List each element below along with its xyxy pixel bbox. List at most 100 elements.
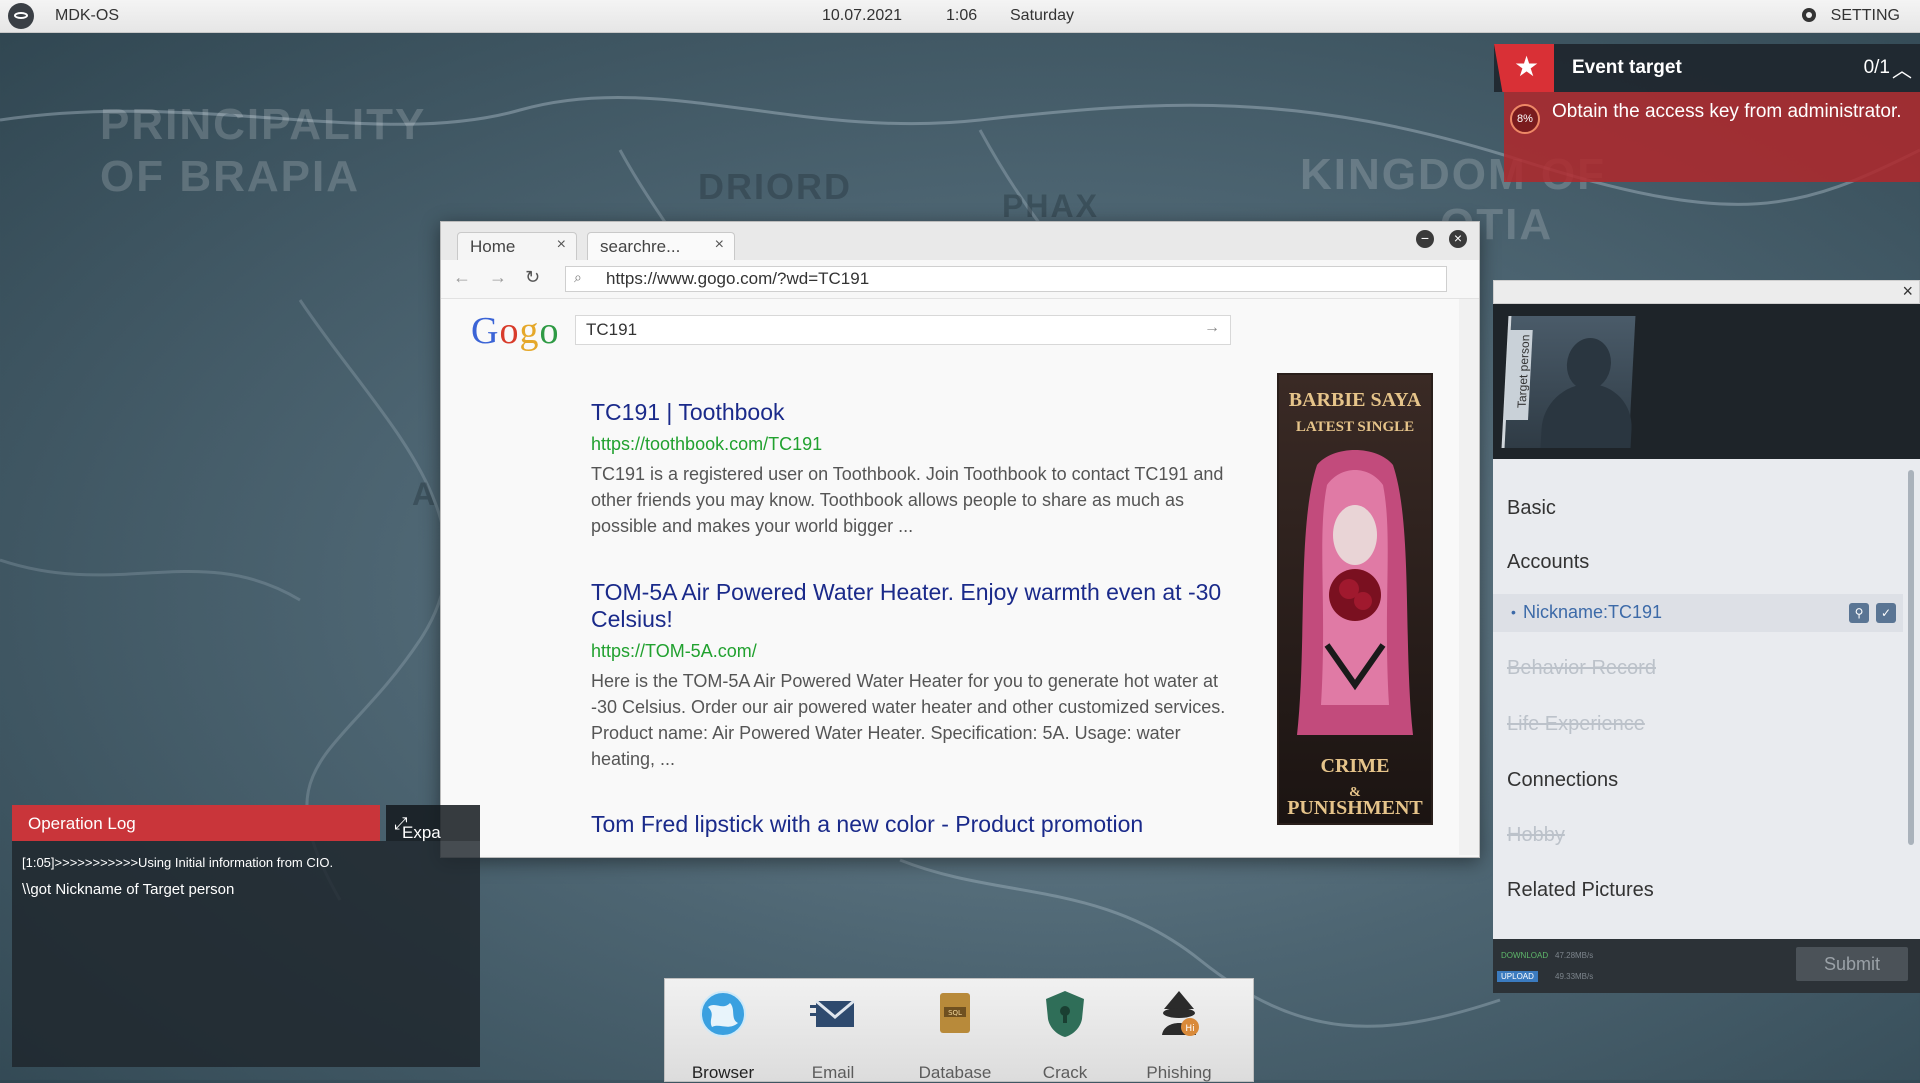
tab-home[interactable]: Home ×: [457, 232, 577, 261]
section-accounts[interactable]: Accounts: [1507, 551, 1589, 574]
close-icon[interactable]: ×: [1902, 281, 1913, 302]
close-tab-icon[interactable]: ×: [557, 236, 566, 254]
silhouette-icon: [1565, 338, 1613, 390]
shield-icon: [1046, 991, 1084, 1037]
app-dock: Browser Email SQL Database Crack Hi Phis…: [664, 978, 1254, 1082]
operation-log-title: Operation Log: [28, 814, 136, 833]
result-title-link[interactable]: Tom Fred lipstick with a new color - Pro…: [591, 811, 1241, 838]
shield-check-icon[interactable]: ✓: [1876, 603, 1896, 623]
clock-day: Saturday: [1010, 7, 1075, 24]
clock-time: 1:06: [946, 7, 978, 24]
search-results-page: Gogo TC191 → TC191 | Toothbook https://t…: [441, 299, 1459, 855]
event-target-header[interactable]: ★ Event target 0/1 ︿: [1494, 44, 1920, 92]
address-bar-url: https://www.gogo.com/?wd=TC191: [606, 269, 870, 288]
browser-tab-bar: Home × searchre... × − ×: [441, 222, 1479, 261]
map-label: PHAX: [1002, 188, 1099, 224]
star-icon: ★: [1514, 51, 1540, 82]
section-connections[interactable]: Connections: [1507, 769, 1618, 792]
os-name: MDK-OS: [55, 7, 119, 24]
minimize-button[interactable]: −: [1416, 230, 1434, 248]
arrow-right-icon[interactable]: →: [1204, 319, 1220, 337]
ad-banner[interactable]: BARBIE SAYA LATEST SINGLE CRIME & PUNISH…: [1277, 373, 1433, 825]
target-photo-area: Target person: [1493, 304, 1920, 459]
log-line: \\got Nickname of Target person: [22, 881, 235, 898]
target-panel-header: ×: [1493, 280, 1920, 304]
tab-search-results[interactable]: searchre... ×: [587, 232, 735, 261]
account-nickname: Nickname:TC191: [1523, 602, 1663, 622]
result-url[interactable]: https://TOM-5A.com/: [591, 641, 1241, 662]
dock-database[interactable]: SQL Database: [905, 989, 1005, 1082]
result-title-link[interactable]: TOM-5A Air Powered Water Heater. Enjoy w…: [591, 579, 1241, 633]
os-logo-icon[interactable]: [8, 3, 34, 29]
event-target-title: Event target: [1572, 57, 1682, 78]
section-related-pictures[interactable]: Related Pictures: [1507, 879, 1654, 902]
setting-button[interactable]: SETTING: [1831, 7, 1900, 25]
target-panel-footer: DOWNLOAD 47.28MB/s UPLOAD 49.33MB/s Subm…: [1493, 939, 1920, 993]
ad-text: PUNISHMENT: [1287, 797, 1423, 819]
forward-arrow-icon[interactable]: →: [489, 267, 507, 288]
result-title-link[interactable]: TC191 | Toothbook: [591, 399, 1241, 426]
svg-text:SQL: SQL: [948, 1009, 962, 1017]
reload-icon[interactable]: ↻: [525, 267, 540, 288]
result-snippet: Here is the TOM-5A Air Powered Water Hea…: [591, 671, 1226, 769]
back-arrow-icon[interactable]: ←: [453, 267, 471, 288]
result-snippet: TC191 is a registered user on Toothbook.…: [591, 464, 1224, 536]
dock-phishing[interactable]: Hi Phishing: [1129, 989, 1229, 1082]
target-person-panel: × Target person Basic Accounts • Nicknam…: [1493, 280, 1920, 993]
expand-label: Expa: [402, 823, 441, 842]
search-result: TOM-5A Air Powered Water Heater. Enjoy w…: [591, 579, 1241, 772]
map-label: DRIORD: [698, 166, 852, 207]
dock-browser[interactable]: Browser: [673, 989, 773, 1082]
expand-button[interactable]: ⤢ Expa: [386, 805, 480, 842]
section-basic[interactable]: Basic: [1507, 497, 1556, 520]
close-window-button[interactable]: ×: [1449, 230, 1467, 248]
clock-date: 10.07.2021: [822, 7, 903, 24]
envelope-icon: [810, 999, 855, 1027]
dock-label: Database: [918, 1063, 992, 1082]
event-target-body: 8% Obtain the access key from administra…: [1504, 92, 1920, 182]
search-result: Tom Fred lipstick with a new color - Pro…: [591, 811, 1241, 838]
ad-artwork: [1297, 450, 1413, 735]
section-hobby[interactable]: Hobby: [1507, 824, 1565, 847]
tab-label: searchre...: [600, 237, 681, 256]
download-indicator: DOWNLOAD: [1501, 951, 1549, 960]
panel-scrollbar[interactable]: [1908, 470, 1914, 845]
close-tab-icon[interactable]: ×: [715, 236, 724, 254]
browser-window: Home × searchre... × − × ← → ↻ ⌕ https:/…: [440, 221, 1480, 858]
lock-icon[interactable]: ⚲: [1849, 603, 1869, 623]
search-input[interactable]: TC191 →: [575, 315, 1231, 345]
target-avatar: Target person: [1501, 316, 1636, 448]
event-target-description: Obtain the access key from administrator…: [1552, 101, 1902, 122]
database-icon: SQL: [940, 993, 970, 1033]
dock-label: Browser: [691, 1063, 755, 1082]
map-label: PRINCIPALITY: [100, 100, 427, 149]
section-behavior-record[interactable]: Behavior Record: [1507, 657, 1656, 680]
upload-indicator: UPLOAD: [1497, 971, 1538, 982]
dock-email[interactable]: Email: [783, 989, 883, 1082]
operation-log-header: Operation Log: [12, 805, 380, 841]
map-label: A: [412, 476, 438, 512]
event-progress-badge: 8%: [1510, 104, 1540, 134]
section-life-experience[interactable]: Life Experience: [1507, 713, 1645, 736]
address-bar[interactable]: ⌕ https://www.gogo.com/?wd=TC191: [565, 266, 1447, 292]
dock-label: Crack: [1042, 1063, 1088, 1082]
browser-nav-bar: ← → ↻ ⌕ https://www.gogo.com/?wd=TC191: [441, 260, 1479, 299]
globe-icon: [700, 991, 746, 1037]
map-label: OF BRAPIA: [100, 152, 360, 201]
gogo-logo[interactable]: Gogo: [471, 309, 559, 353]
operation-log: Operation Log ⤢ Expa [1:05]>>>>>>>>>>>Us…: [12, 805, 480, 1067]
ad-text: CRIME: [1320, 755, 1390, 777]
top-bar: MDK-OS 10.07.2021 1:06 Saturday SETTING: [0, 0, 1920, 33]
chevron-up-icon[interactable]: ︿: [1892, 54, 1912, 83]
gear-icon[interactable]: [1802, 8, 1816, 22]
download-rate: 47.28MB/s: [1555, 951, 1594, 960]
dock-crack[interactable]: Crack: [1015, 989, 1115, 1082]
upload-rate: 49.33MB/s: [1555, 972, 1594, 981]
operation-log-body: [1:05]>>>>>>>>>>>Using Initial informati…: [12, 841, 480, 1067]
submit-button[interactable]: Submit: [1796, 947, 1908, 981]
page-scrollbar[interactable]: [1459, 299, 1479, 855]
result-url[interactable]: https://toothbook.com/TC191: [591, 434, 1241, 455]
search-query: TC191: [586, 320, 638, 339]
account-item[interactable]: • Nickname:TC191 ⚲ ✓: [1493, 594, 1903, 632]
event-target-panel: ★ Event target 0/1 ︿ 8% Obtain the acces…: [1494, 44, 1920, 182]
